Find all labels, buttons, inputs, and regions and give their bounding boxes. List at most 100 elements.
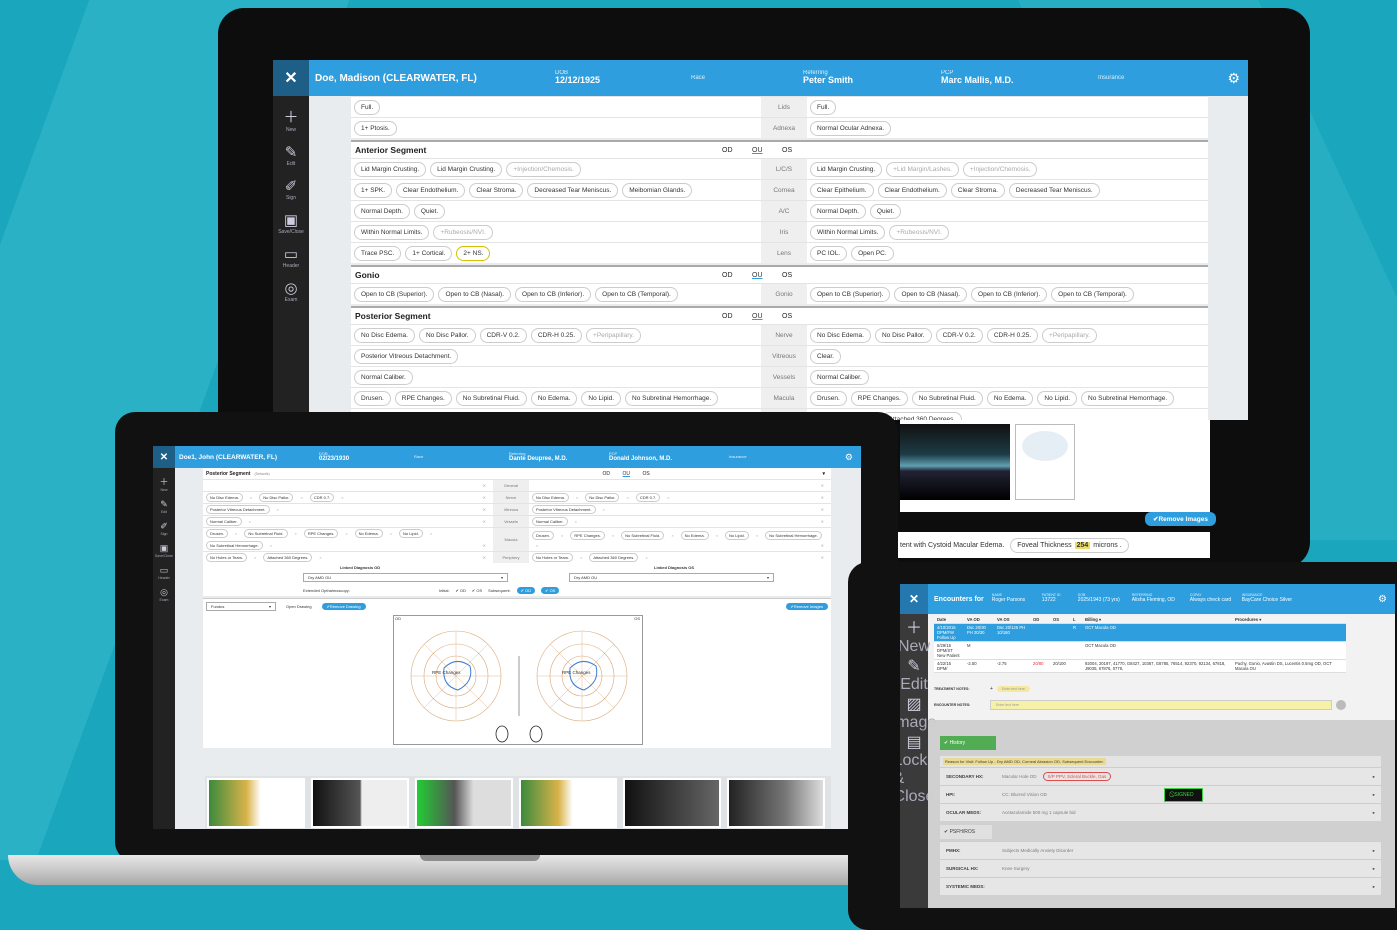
remove-icon[interactable]: × (752, 533, 762, 538)
os-toggle[interactable]: OS (782, 313, 1208, 320)
finding-pill[interactable]: CDR-H 0.25. (530, 327, 583, 343)
app-logo[interactable]: ✕ (900, 584, 928, 614)
history-accordion-row[interactable]: PMHX: Subjects Medically Anxiety Disorder… (940, 841, 1381, 859)
finding-pill[interactable]: No Subretinal Hemorrhage. (625, 390, 719, 406)
finding-pill[interactable]: +Peripapillary. (1042, 327, 1097, 343)
finding-pill[interactable]: No Edema. (680, 531, 709, 540)
finding-pill[interactable]: No Lipid. (1037, 390, 1078, 406)
remove-icon[interactable]: × (341, 531, 351, 536)
sidebar-item-save-close[interactable]: ▣ Save/Close (278, 211, 304, 235)
column-header[interactable]: Procedures ▾ (1232, 616, 1340, 623)
image-thumbnail[interactable] (415, 778, 513, 828)
finding-pill[interactable]: CDR-V 0.2. (479, 327, 527, 343)
remove-icon[interactable]: × (622, 495, 632, 500)
finding-pill[interactable]: No Disc Edema. (354, 327, 415, 343)
sidebar-item-new[interactable]: ＋ New (900, 614, 930, 656)
column-header[interactable]: Date (934, 616, 964, 623)
finding-pill[interactable]: Clear Stroma. (469, 182, 524, 198)
history-tab[interactable]: ✔ History (940, 736, 996, 750)
finding-pill[interactable]: Normal Caliber. (206, 517, 242, 526)
ou-toggle[interactable]: OU (752, 147, 782, 154)
finding-pill[interactable]: Full. (354, 99, 381, 115)
subsequent-od-button[interactable]: ✔ OD (516, 587, 536, 594)
os-toggle[interactable]: OS (642, 471, 822, 477)
finding-pill[interactable]: RPE Changes. (303, 529, 339, 538)
finding-pill[interactable]: No Subretinal Hemorrhage. (206, 541, 263, 550)
remove-images-button[interactable]: ✔Remove Images (785, 603, 828, 610)
finding-pill[interactable]: Normal Depth. (354, 203, 410, 219)
image-thumbnail[interactable] (727, 778, 825, 828)
remove-icon[interactable]: × (231, 531, 241, 536)
add-icon[interactable]: + (990, 686, 993, 692)
finding-pill[interactable]: Drusen. (354, 390, 391, 406)
od-toggle[interactable]: OD (602, 471, 622, 477)
foveal-thickness[interactable]: Foveal Thickness 254 microns . (1010, 537, 1129, 553)
finding-pill[interactable]: Clear Endothelium. (396, 182, 466, 198)
finding-pill[interactable]: No Disc Pallor. (585, 493, 620, 502)
finding-pill[interactable]: No Holes or Tears. (532, 553, 574, 562)
gear-icon[interactable]: ⚙ (845, 452, 853, 463)
finding-pill[interactable]: Open to CB (Nasal). (894, 286, 968, 302)
finding-pill[interactable]: RPE Changes. (570, 531, 605, 540)
gear-icon[interactable]: ⚙ (1227, 70, 1240, 87)
report-thumbnail[interactable] (1015, 424, 1075, 500)
column-header[interactable]: VA OS (994, 616, 1030, 623)
finding-pill[interactable]: Open to CB (Superior). (810, 286, 891, 302)
finding-pill[interactable]: CDR 0.7. (309, 493, 335, 502)
finding-pill[interactable]: Full. (810, 99, 837, 115)
chevron-right-icon[interactable]: ▸ (1373, 884, 1375, 890)
finding-pill[interactable]: Posterior Vitreous Detachment. (206, 505, 270, 514)
defaults-link[interactable]: (Defaults) (254, 472, 269, 476)
finding-pill[interactable]: No Disc Edema. (532, 493, 569, 502)
finding-pill[interactable]: 2+ NS. (456, 245, 491, 261)
image-thumbnail[interactable] (311, 778, 409, 828)
psfh-ros-tab[interactable]: ✔ PSFH/ROS (940, 825, 992, 839)
sidebar-item-exam[interactable]: ◎ Exam (160, 587, 169, 602)
remove-icon[interactable]: × (273, 507, 283, 512)
sidebar-item-header[interactable]: ▭ Header (158, 565, 169, 580)
finding-pill[interactable]: RPE Changes. (850, 390, 908, 406)
finding-pill[interactable]: Attached 360 Degrees. (263, 553, 313, 562)
finding-pill[interactable]: No Holes or Tears. (206, 553, 248, 562)
finding-pill[interactable]: Clear Epithelium. (810, 182, 874, 198)
ou-toggle[interactable]: OU (752, 272, 782, 279)
remove-drawing-button[interactable]: ✔Remove Drawing (321, 603, 366, 610)
clear-row-icon[interactable]: ✕ (817, 495, 828, 500)
history-accordion-row[interactable]: OCULAR MEDS: Acetazolamide 500 mg 1 capsu… (940, 803, 1381, 821)
finding-pill[interactable]: Open to CB (Temporal). (1051, 286, 1134, 302)
finding-pill[interactable]: Within Normal Limits. (810, 224, 886, 240)
clear-row-icon[interactable]: ✕ (479, 483, 490, 488)
image-thumbnail[interactable] (623, 778, 721, 828)
history-accordion-row[interactable]: SURGICAL HX: Knee Surgery ▸ (940, 859, 1381, 877)
finding-pill[interactable]: No Subretinal Fluid. (911, 390, 983, 406)
gear-icon[interactable]: ⚙ (1378, 594, 1387, 605)
od-toggle[interactable]: OD (722, 272, 752, 279)
sidebar-item-edit[interactable]: ✎ Edit (285, 143, 298, 167)
sidebar-item-header[interactable]: ▭ Header (283, 245, 299, 269)
finding-pill[interactable]: Trace PSC. (354, 245, 402, 261)
finding-pill[interactable]: Drusen. (532, 531, 555, 540)
finding-pill[interactable]: Decreased Tear Meniscus. (1008, 182, 1100, 198)
finding-pill[interactable]: No Subretinal Fluid. (621, 531, 665, 540)
sidebar-item-save-close[interactable]: ▣ Save/Close (155, 543, 173, 558)
finding-pill[interactable]: Quiet. (413, 203, 446, 219)
remove-icon[interactable]: × (576, 555, 586, 560)
remove-icon[interactable]: × (315, 555, 325, 560)
history-accordion-row[interactable]: SECONDARY HX: Macular Hole OD S/P PPV, Scl… (940, 767, 1381, 785)
linked-diagnosis-os-select[interactable]: Dry AMD OU ▾ (569, 573, 774, 582)
finding-pill[interactable]: Normal Caliber. (532, 517, 568, 526)
app-logo[interactable]: ✕ (153, 446, 175, 468)
remove-icon[interactable]: × (266, 543, 276, 548)
finding-pill[interactable]: No Lipid. (581, 390, 622, 406)
finding-pill[interactable]: +Rubeosis/NVI. (433, 224, 493, 240)
finding-pill[interactable]: CDR 0.7. (635, 493, 661, 502)
clear-row-icon[interactable]: ✕ (817, 519, 828, 524)
sidebar-item-exam[interactable]: ◎ Exam (284, 279, 297, 303)
sidebar-item-sign[interactable]: ✐ Sign (285, 177, 298, 201)
chevron-right-icon[interactable]: ▸ (1373, 866, 1375, 872)
sidebar-item-edit[interactable]: ✎ Edit (160, 499, 168, 514)
finding-pill[interactable]: No Subretinal Hemorrhage. (765, 531, 822, 540)
finding-pill[interactable]: Clear Stroma. (950, 182, 1005, 198)
finding-pill[interactable]: Quiet. (869, 203, 902, 219)
chevron-right-icon[interactable]: ▸ (1373, 848, 1375, 854)
